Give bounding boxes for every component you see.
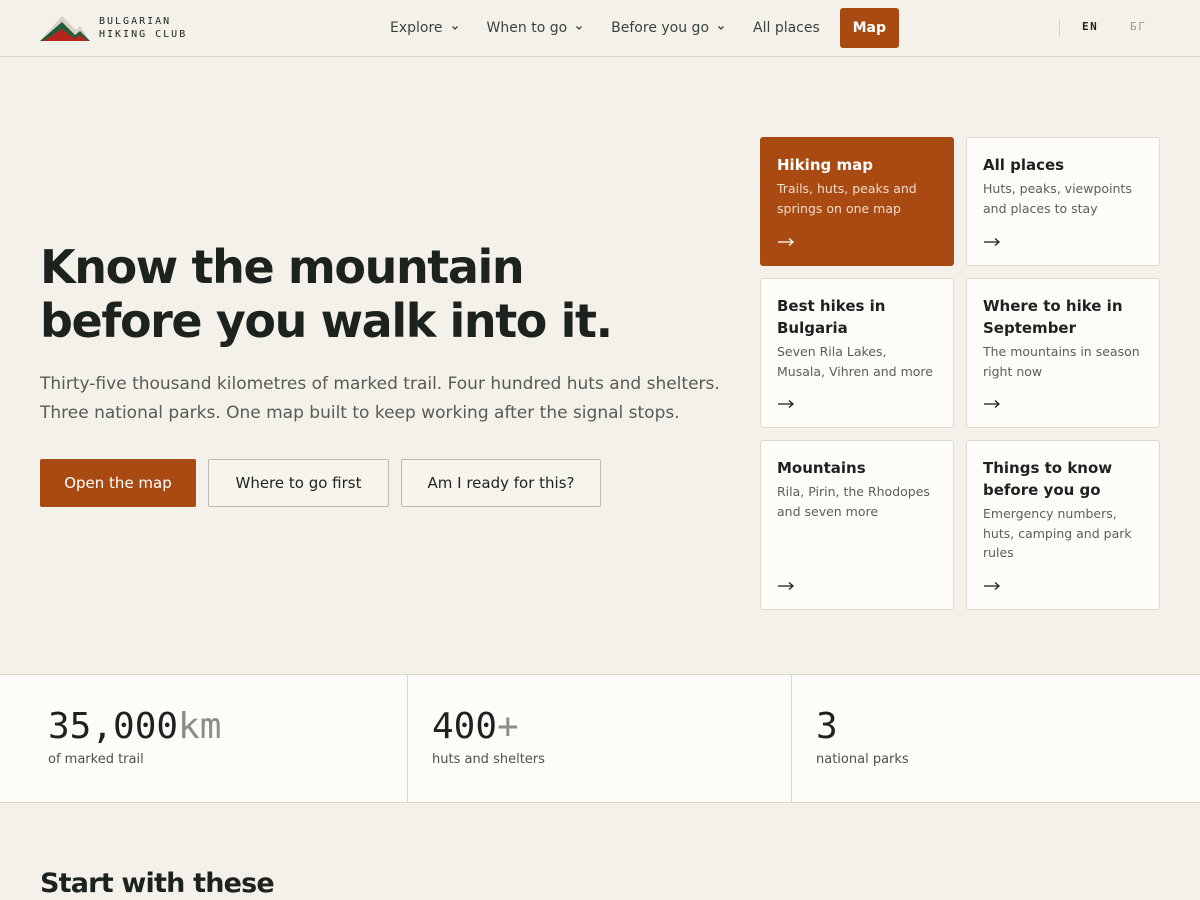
am-i-ready-button[interactable]: Am I ready for this? [401, 459, 601, 507]
card-title: Hiking map [777, 156, 873, 174]
top-navigation-bar: BULGARIAN HIKING CLUB Explore When to go… [0, 0, 1200, 57]
hero-title-line2: before you walk into it. [40, 294, 613, 348]
card-title: All places [983, 156, 1065, 174]
stat-value: 35,000km [48, 705, 221, 749]
nav-when-to-go[interactable]: When to go [487, 20, 584, 36]
where-to-go-first-button[interactable]: Where to go first [208, 459, 389, 507]
stat-label: of marked trail [48, 752, 144, 767]
language-en-button[interactable]: EN [1082, 20, 1098, 33]
stat-trail-km: 35,000km of marked trail [0, 675, 407, 802]
nav-before-you-go-label: Before you go [611, 20, 710, 36]
stat-label: huts and shelters [432, 752, 545, 767]
mountain-logo-icon [40, 16, 90, 41]
nav-before-you-go[interactable]: Before you go [611, 20, 725, 36]
language-bg-button[interactable]: БГ [1130, 20, 1146, 33]
nav-when-to-go-label: When to go [486, 20, 568, 36]
nav-explore[interactable]: Explore [390, 20, 459, 36]
brand-name-line2: HIKING CLUB [99, 29, 188, 40]
hero-description: Thirty-five thousand kilometres of marke… [40, 370, 740, 428]
main-nav: Explore When to go Before you go All pla… [390, 8, 899, 48]
arrow-right-icon [984, 400, 1000, 408]
arrow-right-icon [984, 582, 1000, 590]
arrow-right-icon [984, 238, 1000, 246]
stat-number: 3 [816, 706, 838, 747]
chevron-down-icon [718, 26, 724, 30]
card-title: Best hikes in Bulgaria [777, 297, 886, 337]
brand-name: BULGARIAN HIKING CLUB [99, 15, 187, 41]
card-description: Emergency numbers, huts, camping and par… [983, 506, 1132, 560]
card-description: Trails, huts, peaks and springs on one m… [777, 181, 917, 216]
stat-number: 35,000 [48, 706, 179, 747]
hero-description-line1: Thirty-five thousand kilometres of marke… [40, 374, 720, 394]
stat-label: national parks [816, 752, 909, 767]
chevron-down-icon [451, 26, 458, 30]
arrow-right-icon [778, 582, 794, 590]
card-all-places[interactable]: All places Huts, peaks, viewpoints and p… [966, 137, 1160, 266]
section-title: Start with these [40, 868, 275, 899]
nav-all-places[interactable]: All places [753, 20, 820, 36]
stat-national-parks: 3 national parks [792, 675, 1200, 802]
open-map-button[interactable]: Open the map [40, 459, 196, 507]
nav-explore-label: Explore [390, 20, 443, 36]
card-title: Things to know before you go [983, 459, 1113, 499]
card-where-to-hike-september[interactable]: Where to hike in September The mountains… [966, 278, 1160, 428]
hero-description-line2: Three national parks. One map built to k… [40, 403, 680, 423]
stat-unit: + [497, 706, 519, 747]
card-description: Seven Rila Lakes, Musala, Vihren and mor… [777, 344, 933, 379]
card-description: Huts, peaks, viewpoints and places to st… [983, 181, 1132, 216]
card-things-to-know[interactable]: Things to know before you go Emergency n… [966, 440, 1160, 610]
card-description: The mountains in season right now [983, 344, 1140, 379]
hero-title: Know the mountain before you walk into i… [40, 240, 720, 348]
arrow-right-icon [778, 238, 794, 246]
stats-band: 35,000km of marked trail 400+ huts and s… [0, 674, 1200, 803]
brand-home-link[interactable]: BULGARIAN HIKING CLUB [40, 13, 187, 43]
chevron-down-icon [576, 26, 583, 30]
nav-all-places-label: All places [753, 20, 820, 36]
hero-actions: Open the map Where to go first Am I read… [40, 459, 613, 507]
stat-number: 400 [432, 706, 498, 747]
stat-unit: km [178, 706, 222, 747]
card-title: Mountains [777, 459, 866, 477]
stat-value: 3 [816, 705, 838, 749]
language-divider [1059, 19, 1060, 37]
brand-name-line1: BULGARIAN [99, 16, 172, 27]
card-best-hikes[interactable]: Best hikes in Bulgaria Seven Rila Lakes,… [760, 278, 954, 428]
card-description: Rila, Pirin, the Rhodopes and seven more [777, 484, 930, 519]
card-hiking-map[interactable]: Hiking map Trails, huts, peaks and sprin… [760, 137, 954, 266]
arrow-right-icon [778, 400, 794, 408]
card-mountains[interactable]: Mountains Rila, Pirin, the Rhodopes and … [760, 440, 954, 610]
card-title: Where to hike in September [983, 297, 1123, 337]
stat-huts: 400+ huts and shelters [408, 675, 791, 802]
stat-value: 400+ [432, 705, 519, 749]
map-button[interactable]: Map [839, 8, 899, 48]
hero-title-line1: Know the mountain [40, 240, 525, 294]
